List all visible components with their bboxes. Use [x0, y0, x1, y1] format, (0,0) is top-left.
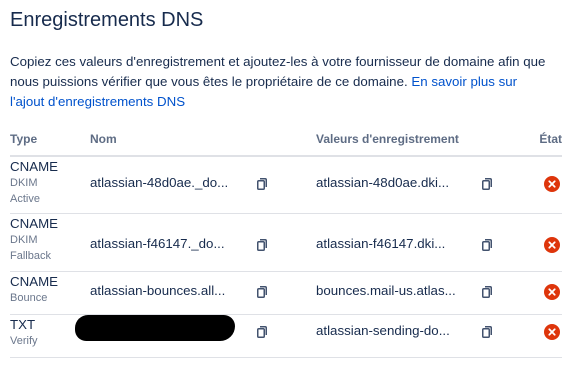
table-row: CNAME DKIM Active atlassian-48d0ae._do..…: [10, 157, 562, 214]
copy-icon[interactable]: [482, 239, 492, 251]
header-name: Nom: [90, 132, 117, 146]
dns-description: Copiez ces valeurs d'enregistrement et a…: [10, 52, 555, 112]
record-value: atlassian-48d0ae.dki...: [316, 175, 450, 190]
redacted-record-name: [75, 315, 235, 341]
record-name: atlassian-bounces.all...: [90, 283, 226, 298]
copy-icon[interactable]: [482, 178, 492, 190]
record-type-cell: CNAME DKIM Active: [10, 158, 58, 207]
page-title: Enregistrements DNS: [10, 9, 204, 31]
record-type-cell: CNAME Bounce: [10, 273, 58, 306]
error-icon: [544, 324, 560, 340]
record-name: atlassian-f46147._do...: [90, 236, 225, 251]
record-name: atlassian-48d0ae._do...: [90, 175, 229, 190]
record-type: CNAME: [10, 159, 59, 174]
record-value: atlassian-sending-do...: [316, 323, 450, 338]
record-type: CNAME: [10, 216, 59, 231]
dns-records-table: Type Nom Valeurs d'enregistrement État C…: [10, 129, 562, 358]
error-icon: [544, 237, 560, 253]
record-subtype: Fallback: [10, 250, 51, 262]
record-subtype: Bounce: [10, 292, 48, 304]
record-type-cell: TXT Verify: [10, 316, 38, 349]
record-value: atlassian-f46147.dki...: [316, 236, 446, 251]
record-subtype: Verify: [10, 335, 38, 347]
record-value: bounces.mail-us.atlas...: [316, 283, 456, 298]
header-value: Valeurs d'enregistrement: [316, 132, 459, 146]
copy-icon[interactable]: [482, 286, 492, 298]
table-row: CNAME DKIM Fallback atlassian-f46147._do…: [10, 214, 562, 272]
header-state: État: [539, 132, 562, 146]
copy-icon[interactable]: [257, 286, 267, 298]
copy-icon[interactable]: [257, 178, 267, 190]
record-subtype: Active: [10, 193, 40, 205]
copy-icon[interactable]: [482, 326, 492, 338]
header-type: Type: [10, 132, 38, 146]
table-row: TXT Verify atlassian-sending-do...: [10, 315, 562, 358]
copy-icon[interactable]: [257, 239, 267, 251]
table-header: Type Nom Valeurs d'enregistrement État: [10, 129, 562, 157]
record-purpose: DKIM: [10, 234, 38, 246]
error-icon: [544, 176, 560, 192]
record-type-cell: CNAME DKIM Fallback: [10, 215, 58, 264]
record-type: CNAME: [10, 274, 59, 289]
record-purpose: DKIM: [10, 177, 38, 189]
error-icon: [544, 284, 560, 300]
table-row: CNAME Bounce atlassian-bounces.all... bo…: [10, 272, 562, 315]
copy-icon[interactable]: [257, 326, 267, 338]
record-type: TXT: [10, 317, 36, 332]
